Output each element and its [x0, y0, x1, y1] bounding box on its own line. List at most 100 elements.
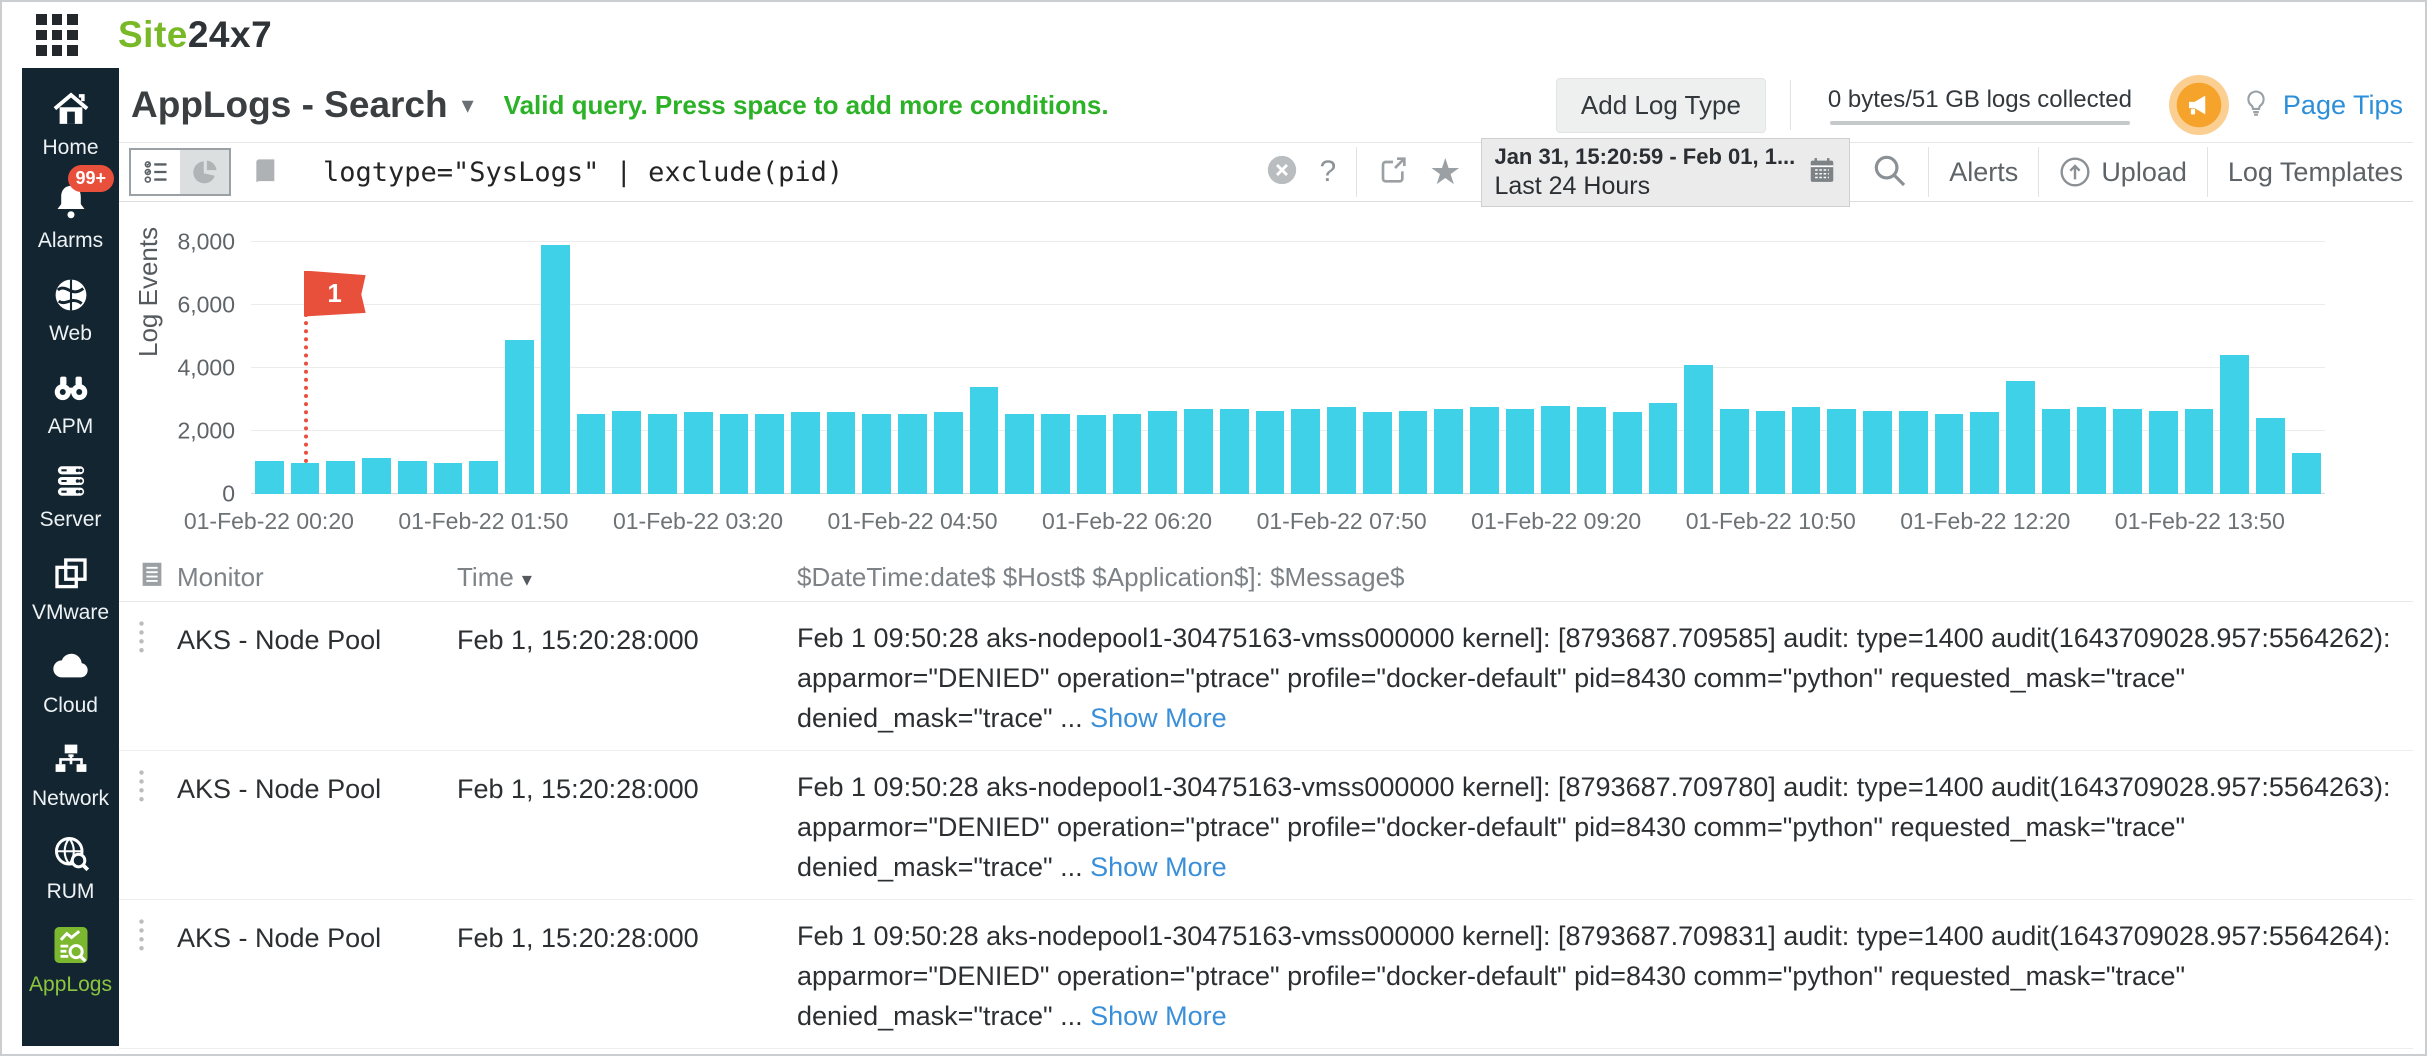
log-events-bar[interactable] — [720, 414, 749, 494]
log-events-bar[interactable] — [1256, 411, 1285, 494]
log-events-bar[interactable] — [434, 463, 463, 495]
log-events-bar[interactable] — [1827, 409, 1856, 494]
log-events-bar[interactable] — [1291, 409, 1320, 494]
clear-query-icon[interactable] — [1265, 153, 1299, 192]
log-templates-button[interactable]: Log Templates — [2228, 157, 2403, 188]
log-events-bar[interactable] — [2256, 418, 2285, 494]
log-events-bar[interactable] — [791, 412, 820, 494]
log-events-bar[interactable] — [2042, 409, 2071, 494]
title-caret-icon[interactable]: ▾ — [462, 91, 474, 120]
log-events-bar[interactable] — [255, 461, 284, 494]
page-tips[interactable]: Page Tips — [2169, 75, 2403, 135]
log-events-bar[interactable] — [684, 412, 713, 494]
log-rows: AKS - Node PoolFeb 1, 15:20:28:000Feb 1 … — [119, 602, 2413, 1056]
log-events-bar[interactable] — [934, 412, 963, 494]
log-events-bar[interactable] — [2185, 409, 2214, 494]
log-events-bar[interactable]: 1 — [291, 463, 320, 495]
sidebar-item-web[interactable]: Web — [22, 270, 119, 346]
sidebar-item-vmware[interactable]: VMware — [22, 549, 119, 625]
log-events-bar[interactable] — [2292, 453, 2321, 494]
log-events-bar[interactable] — [648, 414, 677, 494]
row-menu-icon[interactable] — [137, 618, 146, 669]
page-tips-label[interactable]: Page Tips — [2283, 90, 2403, 121]
sidebar-item-network[interactable]: Network — [22, 735, 119, 811]
log-events-bar[interactable] — [2149, 411, 2178, 494]
sidebar-item-apm[interactable]: APM — [22, 363, 119, 439]
table-list-icon[interactable] — [119, 559, 177, 596]
alerts-button[interactable]: Alerts — [1949, 157, 2018, 188]
log-events-bar[interactable] — [1756, 411, 1785, 494]
log-events-bar[interactable] — [577, 414, 606, 494]
column-monitor: Monitor — [177, 562, 457, 593]
log-events-bar[interactable] — [1220, 409, 1249, 494]
show-more-link[interactable]: Show More — [1090, 852, 1227, 882]
page-header: AppLogs - Search ▾ Valid query. Press sp… — [119, 68, 2413, 142]
row-menu-icon[interactable] — [137, 767, 146, 818]
log-events-bar[interactable] — [1434, 409, 1463, 494]
site24x7-logo[interactable]: Site24x7 — [118, 14, 272, 56]
log-events-bar[interactable] — [898, 414, 927, 494]
query-input[interactable]: logtype="SysLogs" | exclude(pid) — [323, 157, 843, 188]
log-events-bar[interactable] — [362, 458, 391, 494]
log-events-bar[interactable] — [541, 245, 570, 494]
log-events-bar[interactable] — [2220, 355, 2249, 494]
row-menu-icon[interactable] — [137, 916, 146, 967]
sidebar-item-applogs[interactable]: AppLogs — [22, 921, 119, 997]
log-events-bar[interactable] — [755, 414, 784, 494]
log-events-bar[interactable] — [2077, 407, 2106, 494]
log-events-bar[interactable] — [1363, 412, 1392, 494]
sidebar-item-rum[interactable]: RUM — [22, 828, 119, 904]
log-events-bar[interactable] — [1113, 414, 1142, 494]
megaphone-icon[interactable] — [2169, 75, 2229, 135]
log-events-bar[interactable] — [1184, 409, 1213, 494]
log-events-bar[interactable] — [505, 340, 534, 494]
upload-button[interactable]: Upload — [2059, 156, 2187, 188]
share-icon[interactable] — [1377, 154, 1409, 191]
alert-flag-marker[interactable]: 1 — [304, 271, 366, 317]
log-events-bar[interactable] — [1720, 409, 1749, 494]
log-events-bar[interactable] — [1649, 403, 1678, 494]
app-switcher-icon[interactable] — [36, 14, 78, 56]
log-events-bar[interactable] — [1470, 407, 1499, 494]
log-events-bar[interactable] — [1506, 409, 1535, 494]
log-events-bar[interactable] — [970, 387, 999, 494]
log-events-bar[interactable] — [2113, 409, 2142, 494]
sidebar-item-server[interactable]: Server — [22, 456, 119, 532]
log-events-bar[interactable] — [1970, 412, 1999, 494]
sidebar-item-home[interactable]: Home — [22, 84, 119, 160]
log-events-bar[interactable] — [612, 411, 641, 494]
column-time[interactable]: Time▾ — [457, 562, 797, 593]
log-events-bar[interactable] — [827, 412, 856, 494]
log-events-bar[interactable] — [469, 461, 498, 494]
show-more-link[interactable]: Show More — [1090, 1001, 1227, 1031]
log-events-bar[interactable] — [1684, 365, 1713, 494]
log-events-bar[interactable] — [2006, 381, 2035, 494]
sidebar-item-cloud[interactable]: Cloud — [22, 642, 119, 718]
log-events-bar[interactable] — [398, 461, 427, 494]
help-icon[interactable]: ? — [1319, 155, 1336, 189]
log-events-bar[interactable] — [862, 414, 891, 494]
log-events-bar[interactable] — [1399, 411, 1428, 494]
date-range-picker[interactable]: Jan 31, 15:20:59 - Feb 01, 1... Last 24 … — [1481, 138, 1850, 207]
log-events-bar[interactable] — [1041, 414, 1070, 494]
log-events-bar[interactable] — [1792, 407, 1821, 494]
add-log-type-button[interactable]: Add Log Type — [1556, 78, 1766, 133]
log-events-bar[interactable] — [1148, 411, 1177, 494]
log-events-bar[interactable] — [1077, 415, 1106, 494]
sidebar-item-alarms[interactable]: 99+Alarms — [22, 177, 119, 253]
show-more-link[interactable]: Show More — [1090, 703, 1227, 733]
search-icon[interactable] — [1870, 151, 1908, 194]
log-events-bar[interactable] — [1541, 406, 1570, 494]
saved-queries-icon[interactable] — [249, 156, 281, 188]
log-events-bar[interactable] — [1899, 411, 1928, 494]
log-events-bar[interactable] — [1863, 411, 1892, 494]
log-events-bar[interactable] — [1935, 414, 1964, 494]
favorite-icon[interactable]: ★ — [1429, 154, 1461, 190]
list-view-button[interactable] — [131, 150, 180, 194]
log-events-bar[interactable] — [1577, 407, 1606, 494]
log-events-bar[interactable] — [1005, 414, 1034, 494]
log-events-bar[interactable] — [326, 461, 355, 494]
log-events-bar[interactable] — [1613, 412, 1642, 494]
chart-view-button[interactable] — [180, 150, 229, 194]
log-events-bar[interactable] — [1327, 407, 1356, 494]
